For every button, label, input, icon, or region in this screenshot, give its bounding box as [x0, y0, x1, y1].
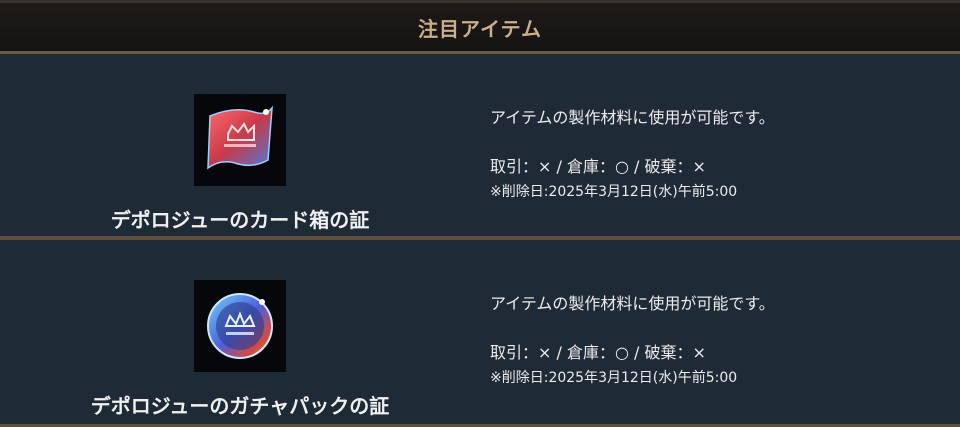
item-delete-date: ※削除日:2025年3月12日(水)午前5:00	[490, 184, 738, 200]
item-description: アイテムの製作材料に使用が可能です。	[490, 294, 775, 313]
item-row: デポロジューのガチャパックの証 アイテムの製作材料に使用が可能です。 取引：× …	[0, 240, 960, 427]
item-delete-date: ※削除日:2025年3月12日(水)午前5:00	[490, 370, 738, 386]
section-title: 注目アイテム	[418, 16, 542, 41]
medal-crown-icon	[194, 280, 286, 372]
item-description: アイテムの製作材料に使用が可能です。	[490, 108, 775, 127]
section-header: 注目アイテム	[0, 0, 960, 54]
item-visual: デポロジューのガチャパックの証	[0, 240, 480, 424]
item-row: デポロジューのカード箱の証 アイテムの製作材料に使用が可能です。 取引：× / …	[0, 54, 960, 240]
item-name: デポロジューのガチャパックの証	[90, 394, 390, 418]
item-trade-info: 取引：× / 倉庫：○ / 破棄：×	[490, 157, 706, 176]
item-trade-info: 取引：× / 倉庫：○ / 破棄：×	[490, 343, 706, 362]
item-visual: デポロジューのカード箱の証	[0, 54, 480, 236]
item-name: デポロジューのカード箱の証	[110, 208, 370, 232]
item-details: アイテムの製作材料に使用が可能です。 取引：× / 倉庫：○ / 破棄：× ※削…	[490, 290, 950, 387]
flag-crown-icon	[194, 94, 286, 186]
item-details: アイテムの製作材料に使用が可能です。 取引：× / 倉庫：○ / 破棄：× ※削…	[490, 104, 950, 201]
